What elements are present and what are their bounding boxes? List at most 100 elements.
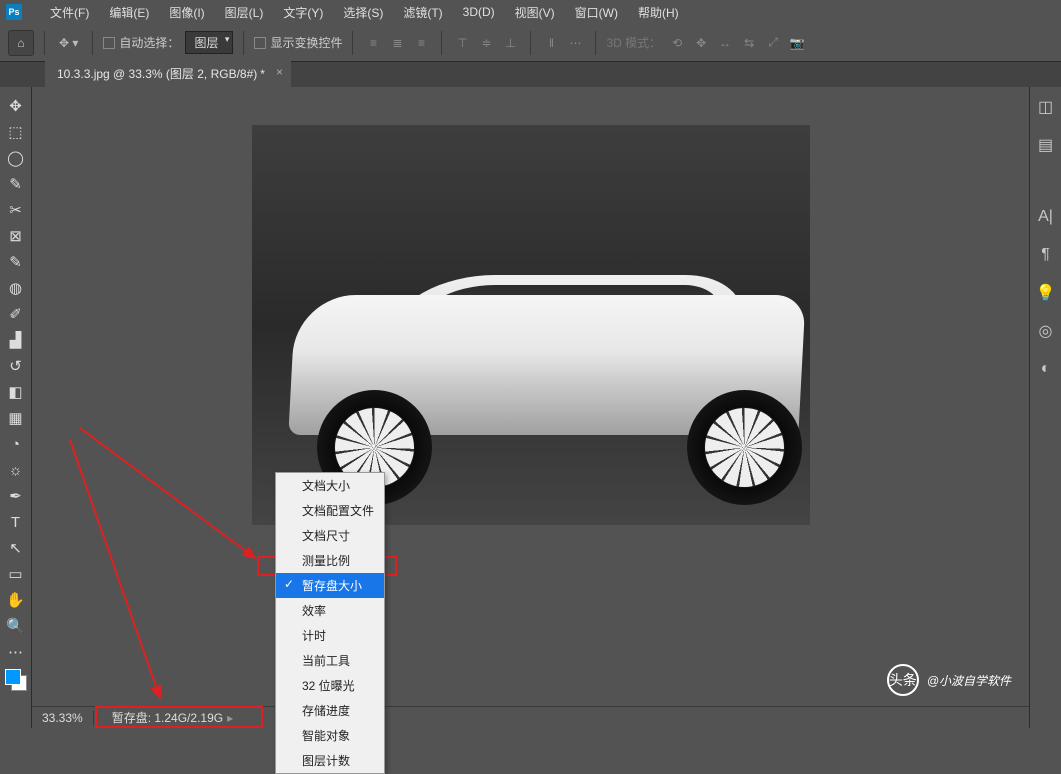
mode-3d-label: 3D 模式： <box>606 34 661 51</box>
separator <box>530 31 531 55</box>
character-icon[interactable]: A| <box>1034 205 1058 229</box>
menubar: Ps 文件(F) 编辑(E) 图像(I) 图层(L) 文字(Y) 选择(S) 滤… <box>0 0 1061 24</box>
ps-logo: Ps <box>6 4 22 20</box>
home-button[interactable]: ⌂ <box>8 30 34 56</box>
menu-help[interactable]: 帮助(H) <box>628 4 689 21</box>
blur-tool[interactable]: ◔ <box>2 431 30 457</box>
slide-icon[interactable]: ⇆ <box>739 34 759 52</box>
separator <box>441 31 442 55</box>
quickselect-tool[interactable]: ✎ <box>2 171 30 197</box>
hand-tool[interactable]: ✋ <box>2 587 30 613</box>
pen-tool[interactable]: ✒ <box>2 483 30 509</box>
cm-tool[interactable]: 当前工具 <box>276 648 384 673</box>
menu-type[interactable]: 文字(Y) <box>273 4 333 21</box>
close-icon[interactable]: × <box>276 65 283 79</box>
watermark: 头条 @小波自学软件 <box>887 664 1011 696</box>
gradient-tool[interactable]: ▦ <box>2 405 30 431</box>
cm-docsize[interactable]: 文档大小 <box>276 473 384 498</box>
showtransform-checkbox[interactable]: 显示变换控件 <box>254 34 342 51</box>
dist-bottom-icon[interactable]: ⊥ <box>500 34 520 52</box>
history-brush-tool[interactable]: ↺ <box>2 353 30 379</box>
autoselect-label: 自动选择： <box>119 34 179 51</box>
move-tool[interactable]: ✥ <box>2 93 30 119</box>
histogram-icon[interactable]: ◫ <box>1034 95 1058 119</box>
separator <box>92 31 93 55</box>
stamp-tool[interactable]: ▟ <box>2 327 30 353</box>
more-icon[interactable]: ⋯ <box>565 34 585 52</box>
cm-timing[interactable]: 计时 <box>276 623 384 648</box>
lasso-tool[interactable]: ◯ <box>2 145 30 171</box>
marquee-tool[interactable]: ⬚ <box>2 119 30 145</box>
dist-top-icon[interactable]: ⊤ <box>452 34 472 52</box>
menu-layer[interactable]: 图层(L) <box>215 4 274 21</box>
showtransform-label: 显示变换控件 <box>270 34 342 51</box>
color-icon[interactable]: ▤ <box>1034 133 1058 157</box>
align-left-icon[interactable]: ≡ <box>363 34 383 52</box>
cm-efficiency[interactable]: 效率 <box>276 598 384 623</box>
separator <box>352 31 353 55</box>
menu-file[interactable]: 文件(F) <box>40 4 99 21</box>
status-menu-trigger-icon[interactable]: ▸ <box>227 711 233 725</box>
cm-layercount[interactable]: 图层计数 <box>276 748 384 773</box>
document-tab[interactable]: 10.3.3.jpg @ 33.3% (图层 2, RGB/8#)* × <box>45 60 291 87</box>
cm-docdim[interactable]: 文档尺寸 <box>276 523 384 548</box>
cm-measure[interactable]: 测量比例 <box>276 548 384 573</box>
bulb-icon[interactable]: 💡 <box>1034 281 1058 305</box>
cm-smartobj[interactable]: 智能对象 <box>276 723 384 748</box>
align-center-icon[interactable]: ≣ <box>387 34 407 52</box>
type-tool[interactable]: T <box>2 509 30 535</box>
scale-icon[interactable]: ⤢ <box>763 34 783 52</box>
cm-docprofile[interactable]: 文档配置文件 <box>276 498 384 523</box>
document-tabbar: 10.3.3.jpg @ 33.3% (图层 2, RGB/8#)* × <box>0 62 1061 87</box>
layer-dropdown[interactable]: 图层 <box>185 31 233 54</box>
statusbar-context-menu: 文档大小 文档配置文件 文档尺寸 测量比例 暂存盘大小 效率 计时 当前工具 3… <box>275 472 385 774</box>
dodge-tool[interactable]: ☼ <box>2 457 30 483</box>
dist-h-icon[interactable]: ‖ <box>541 34 561 52</box>
cm-saveprogress[interactable]: 存储进度 <box>276 698 384 723</box>
statusbar: 33.33% 暂存盘: 1.24G/2.19G▸ <box>32 706 1029 728</box>
eraser-tool[interactable]: ◧ <box>2 379 30 405</box>
edit-toolbar-icon[interactable]: ⋯ <box>2 639 30 665</box>
healing-tool[interactable]: ◍ <box>2 275 30 301</box>
path-tool[interactable]: ↖ <box>2 535 30 561</box>
cm-scratch[interactable]: 暂存盘大小 <box>276 573 384 598</box>
cm-32bit[interactable]: 32 位曝光 <box>276 673 384 698</box>
dolly-icon[interactable]: ↔ <box>715 34 735 52</box>
paragraph-icon[interactable]: ¶ <box>1034 243 1058 267</box>
options-bar: ⌂ ✥ ▾ 自动选择： 图层 显示变换控件 ≡ ≣ ≡ ⊤ ≑ ⊥ ‖ ⋯ 3D… <box>0 24 1061 62</box>
zoom-level[interactable]: 33.33% <box>32 711 94 725</box>
align-icons: ≡ ≣ ≡ <box>363 34 431 52</box>
align-right-icon[interactable]: ≡ <box>411 34 431 52</box>
watermark-text: @小波自学软件 <box>927 672 1011 689</box>
move-tool-icon[interactable]: ✥ ▾ <box>55 34 82 52</box>
menu-filter[interactable]: 滤镜(T) <box>393 4 452 21</box>
menu-3d[interactable]: 3D(D) <box>453 5 505 19</box>
orbit-icon[interactable]: ⟲ <box>667 34 687 52</box>
color-swatch[interactable] <box>5 669 27 691</box>
toolbox: ✥ ⬚ ◯ ✎ ✂ ⊠ ✎ ◍ ✐ ▟ ↺ ◧ ▦ ◔ ☼ ✒ T ↖ ▭ ✋ … <box>0 87 32 728</box>
rectangle-tool[interactable]: ▭ <box>2 561 30 587</box>
brush-tool[interactable]: ✐ <box>2 301 30 327</box>
pan-icon[interactable]: ✥ <box>691 34 711 52</box>
cc-icon[interactable]: ◎ <box>1034 319 1058 343</box>
3d-icons: ⟲ ✥ ↔ ⇆ ⤢ 📷 <box>667 34 807 52</box>
menu-window[interactable]: 窗口(W) <box>565 4 628 21</box>
distribute-icons-2: ‖ ⋯ <box>541 34 585 52</box>
zoom-tool[interactable]: 🔍 <box>2 613 30 639</box>
menu-edit[interactable]: 编辑(E) <box>99 4 159 21</box>
menu-view[interactable]: 视图(V) <box>505 4 565 21</box>
right-panels: ◫ ▤ A| ¶ 💡 ◎ ◐ <box>1029 87 1061 728</box>
crop-tool[interactable]: ✂ <box>2 197 30 223</box>
status-info[interactable]: 暂存盘: 1.24G/2.19G▸ <box>94 709 251 726</box>
autoselect-checkbox[interactable]: 自动选择： <box>103 34 179 51</box>
car-image <box>272 275 810 505</box>
tab-dirty-marker: * <box>260 67 265 81</box>
dist-vcenter-icon[interactable]: ≑ <box>476 34 496 52</box>
canvas[interactable] <box>252 125 810 525</box>
eyedropper-tool[interactable]: ✎ <box>2 249 30 275</box>
menu-select[interactable]: 选择(S) <box>333 4 393 21</box>
frame-tool[interactable]: ⊠ <box>2 223 30 249</box>
circle-icon[interactable]: ◐ <box>1034 357 1058 381</box>
camera-icon[interactable]: 📷 <box>787 34 807 52</box>
menu-image[interactable]: 图像(I) <box>159 4 214 21</box>
